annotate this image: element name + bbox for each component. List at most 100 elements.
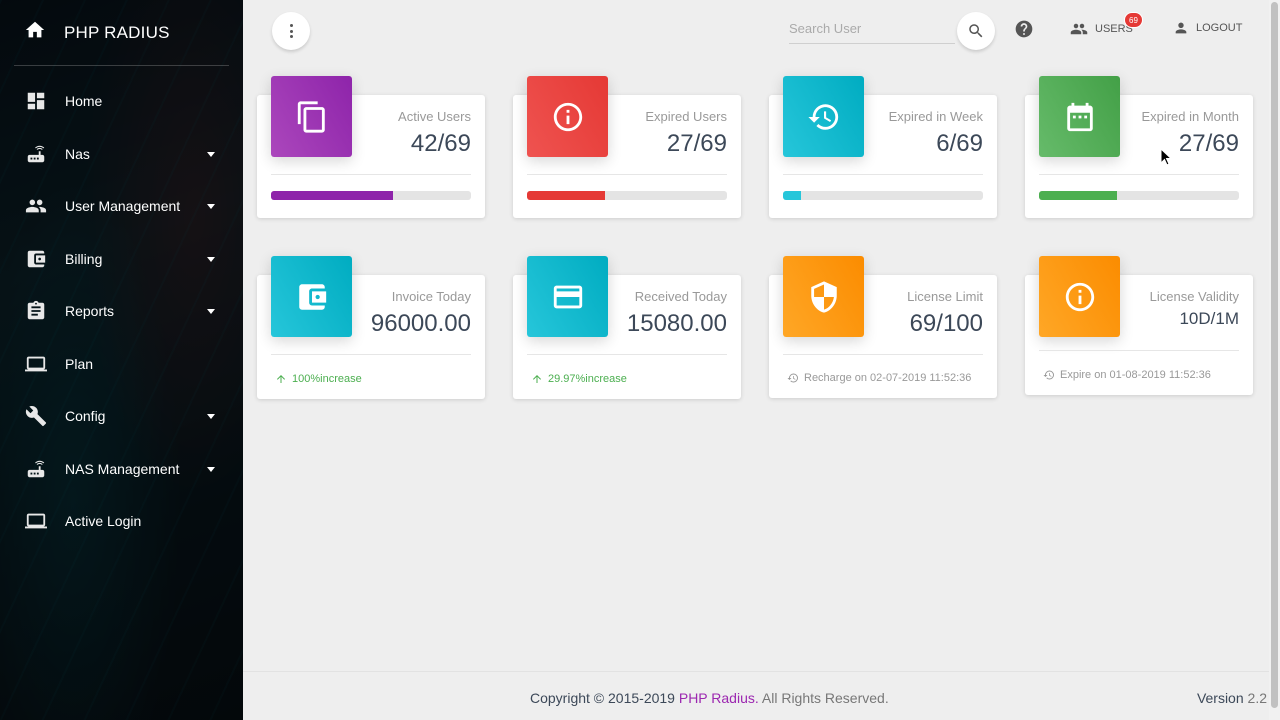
sidebar-nav: Home Nas User Management Billing Reports — [0, 75, 243, 548]
users-count-badge: 69 — [1124, 12, 1143, 28]
version: Version 2.2 — [1197, 690, 1267, 706]
laptop-icon — [25, 353, 47, 375]
card-value-main: 6 — [936, 130, 950, 157]
card-footer-text: Expire on 01-08-2019 11:52:36 — [1060, 369, 1211, 381]
sidebar-item-label: NAS Management — [65, 460, 180, 477]
divider — [271, 354, 471, 355]
sidebar-item-label: Config — [65, 408, 106, 425]
card-value: 96000.00 — [371, 310, 471, 338]
sidebar-item-user-management[interactable]: User Management — [0, 180, 243, 233]
card-value: 69/100 — [910, 310, 983, 338]
chevron-down-icon — [207, 204, 215, 210]
search-icon — [969, 24, 983, 38]
stat-card-license-validity: License Validity 10D/1M Expire on 01-08-… — [1025, 256, 1253, 395]
stat-card-expired-users: Expired Users 27/69 — [513, 76, 741, 218]
stat-card-expired-week: Expired in Week 6/69 — [769, 76, 997, 218]
card-value-total: /69 — [1205, 130, 1239, 157]
stat-card-invoice-today: Invoice Today 96000.00 100%increase — [257, 256, 485, 399]
card-value-main: 15080.00 — [626, 310, 727, 337]
sidebar-item-active-login[interactable]: Active Login — [0, 495, 243, 548]
copyright-suffix: All Rights Reserved. — [761, 690, 889, 706]
card-footer: Recharge on 02-07-2019 11:52:36 — [787, 372, 971, 384]
divider — [783, 354, 983, 355]
card-category: Expired in Month — [1141, 109, 1239, 124]
person-icon — [1175, 22, 1187, 34]
card-value-main: 69 — [909, 310, 937, 337]
card-category: Active Users — [398, 109, 471, 124]
divider — [783, 174, 983, 175]
scrollbar[interactable] — [1269, 0, 1280, 720]
home-icon — [24, 19, 46, 46]
help-button[interactable] — [1014, 19, 1034, 39]
brand-link[interactable]: PHP Radius. — [679, 690, 759, 706]
card-value-total: /69 — [437, 130, 471, 157]
divider — [1039, 174, 1239, 175]
progress-fill — [1039, 191, 1117, 200]
scrollbar-thumb[interactable] — [1271, 2, 1278, 708]
laptop-icon — [25, 510, 47, 532]
card-footer: Expire on 01-08-2019 11:52:36 — [1043, 369, 1211, 381]
card-value: 27/69 — [667, 130, 727, 158]
sidebar-item-label: Home — [65, 93, 103, 110]
card-value: 15080.00 — [627, 310, 727, 338]
dashboard-icon — [25, 90, 47, 112]
sidebar-item-home[interactable]: Home — [0, 75, 243, 128]
version-label: Version — [1196, 690, 1244, 706]
divider — [527, 354, 727, 355]
version-number: 2.2 — [1247, 690, 1267, 706]
sidebar-item-reports[interactable]: Reports — [0, 285, 243, 338]
router-icon — [25, 143, 47, 165]
logout-link[interactable]: LOGOUT — [1173, 20, 1242, 36]
copyright-prefix: Copyright © 2015-2019 — [530, 690, 675, 706]
credit-card-icon — [527, 256, 608, 337]
copy-icon — [271, 76, 352, 157]
card-value-main: 10D — [1179, 309, 1211, 328]
sidebar-item-plan[interactable]: Plan — [0, 338, 243, 391]
chevron-down-icon — [207, 256, 215, 262]
card-category: License Validity — [1149, 289, 1239, 304]
page-footer: Copyright © 2015-2019 PHP Radius. All Ri… — [243, 671, 1269, 720]
sidebar-item-label: Billing — [65, 250, 103, 267]
chevron-down-icon — [207, 414, 215, 420]
sidebar-item-config[interactable]: Config — [0, 390, 243, 443]
search-button[interactable] — [957, 12, 995, 50]
sidebar-item-billing[interactable]: Billing — [0, 233, 243, 286]
card-value-main: 42 — [410, 130, 438, 157]
card-value-main: 27 — [1178, 130, 1206, 157]
router-icon — [25, 458, 47, 480]
calendar-icon — [1039, 76, 1120, 157]
chevron-down-icon — [207, 309, 215, 315]
brand[interactable]: PHP RADIUS — [14, 0, 229, 66]
progress-fill — [527, 191, 605, 200]
progress-bar — [1039, 191, 1239, 200]
sidebar-item-label: Nas — [65, 145, 90, 162]
copyright: Copyright © 2015-2019 PHP Radius. All Ri… — [530, 690, 889, 706]
restore-icon — [787, 373, 798, 383]
sidebar-item-label: Reports — [65, 303, 115, 320]
card-value-total: /1M — [1210, 309, 1239, 328]
search-input[interactable] — [789, 14, 955, 44]
stat-card-received-today: Received Today 15080.00 29.97%increase — [513, 256, 741, 399]
chevron-down-icon — [207, 151, 215, 157]
card-value-total: /69 — [949, 130, 983, 157]
progress-bar — [271, 191, 471, 200]
card-value-total: /100 — [936, 310, 983, 337]
divider — [527, 174, 727, 175]
chevron-down-icon — [207, 466, 215, 472]
sidebar: PHP RADIUS Home Nas User Management Bill… — [0, 0, 243, 720]
sidebar-toggle-button[interactable] — [272, 12, 310, 50]
sidebar-item-label: Plan — [65, 355, 94, 372]
wrench-icon — [25, 405, 47, 427]
sidebar-item-nas[interactable]: Nas — [0, 128, 243, 181]
card-footer: 29.97%increase — [531, 373, 627, 385]
shield-icon — [783, 256, 864, 337]
card-value: 42/69 — [411, 130, 471, 158]
card-footer-text: 29.97%increase — [548, 373, 627, 385]
card-value: 6/69 — [936, 130, 983, 158]
stat-card-active-users: Active Users 42/69 — [257, 76, 485, 218]
card-category: Expired in Week — [888, 109, 983, 124]
app-title: PHP RADIUS — [64, 22, 170, 42]
card-footer: 100%increase — [275, 373, 362, 385]
sidebar-item-nas-management[interactable]: NAS Management — [0, 443, 243, 496]
more-vert-icon — [289, 23, 293, 39]
